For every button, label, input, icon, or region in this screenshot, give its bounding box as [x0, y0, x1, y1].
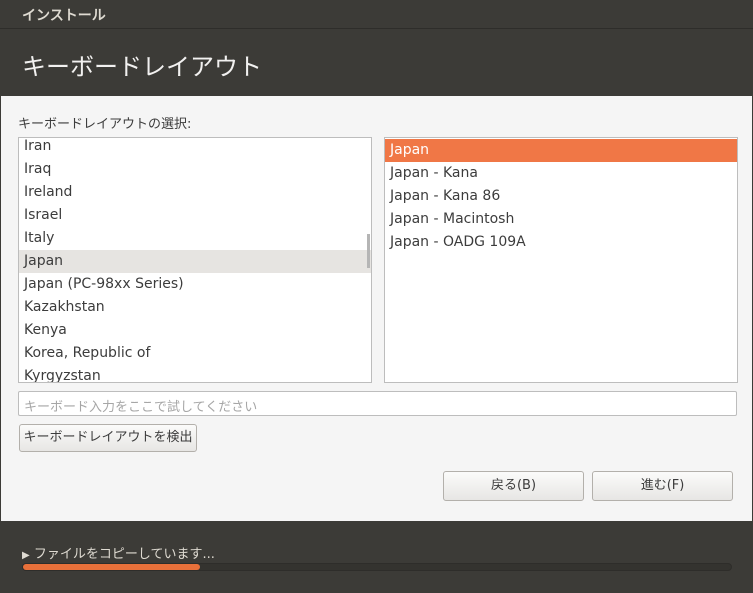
layout-item[interactable]: Ireland — [19, 181, 371, 204]
main-panel: キーボードレイアウトの選択: Iran Iraq Ireland Israel Ital… — [0, 96, 753, 521]
scrollbar[interactable] — [367, 234, 370, 268]
expander-triangle-icon[interactable]: ▶ — [22, 550, 30, 561]
variant-item[interactable]: Japan - Kana — [385, 162, 737, 185]
keyboard-test-input[interactable]: キーボード入力をここで試してください — [18, 391, 737, 416]
layout-item[interactable]: Israel — [19, 204, 371, 227]
select-label: キーボードレイアウトの選択: — [18, 117, 192, 132]
layout-item[interactable]: Kyrgyzstan — [19, 365, 371, 382]
variant-item[interactable]: Japan — [385, 139, 737, 162]
back-button[interactable]: 戻る(B) — [443, 471, 584, 501]
forward-button[interactable]: 進む(F) — [592, 471, 733, 501]
layout-item[interactable]: Japan — [19, 250, 371, 273]
layout-item[interactable]: Italy — [19, 227, 371, 250]
layout-item[interactable]: Kenya — [19, 319, 371, 342]
footer: ▶ ファイルをコピーしています... — [0, 521, 753, 593]
variant-item[interactable]: Japan - Macintosh — [385, 208, 737, 231]
page-title: キーボードレイアウト — [0, 29, 753, 96]
layout-item[interactable]: Iraq — [19, 158, 371, 181]
progress-bar — [22, 563, 732, 571]
variant-list[interactable]: Japan Japan - Kana Japan - Kana 86 Japan - … — [384, 137, 738, 383]
layout-item[interactable]: Korea, Republic of — [19, 342, 371, 365]
window-title: インストール — [0, 0, 753, 29]
detect-layout-button[interactable]: キーボードレイアウトを検出 — [19, 424, 197, 452]
variant-item[interactable]: Japan - Kana 86 — [385, 185, 737, 208]
layout-item[interactable]: Japan (PC-98xx Series) — [19, 273, 371, 296]
layout-list[interactable]: Iran Iraq Ireland Israel Italy Japan Japan (PC… — [18, 137, 372, 383]
layout-item[interactable]: Kazakhstan — [19, 296, 371, 319]
status-row[interactable]: ▶ ファイルをコピーしています... — [22, 543, 215, 562]
status-text: ファイルをコピーしています... — [33, 547, 215, 562]
layout-item[interactable]: Iran — [19, 138, 371, 158]
progress-fill — [23, 564, 200, 570]
variant-item[interactable]: Japan - OADG 109A — [385, 231, 737, 254]
